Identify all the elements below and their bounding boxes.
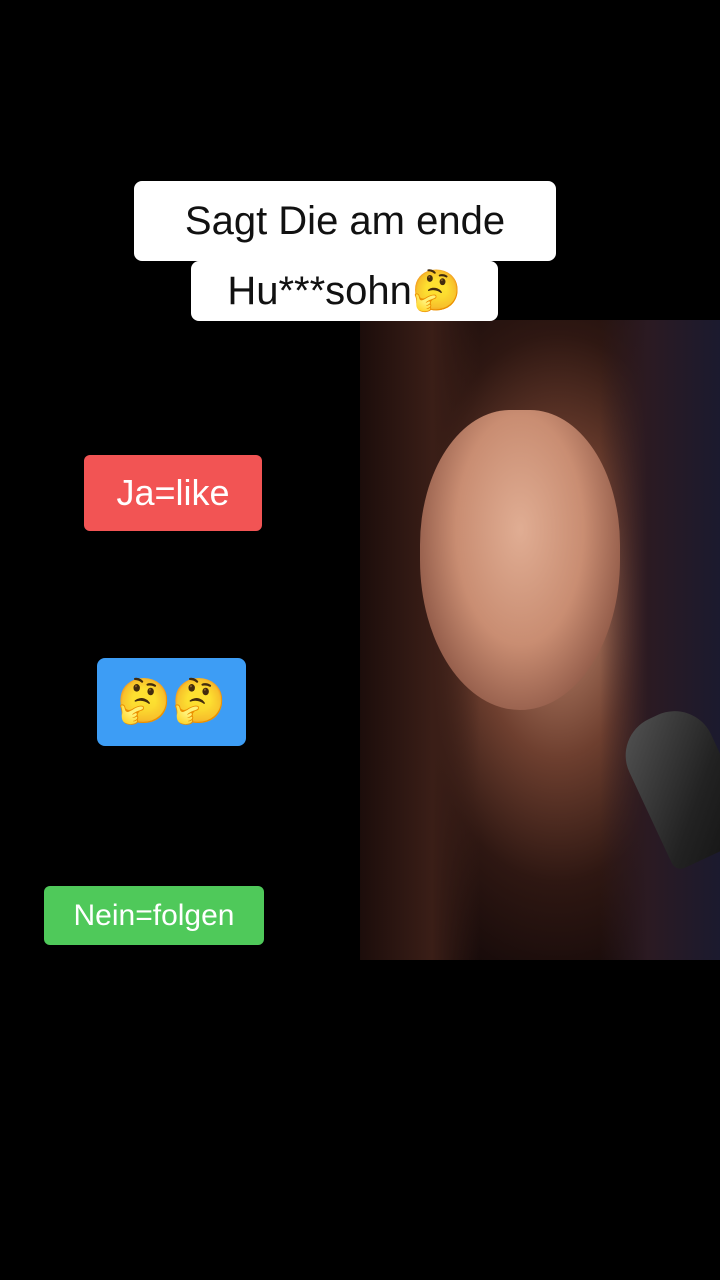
video-frame-left bbox=[0, 320, 360, 960]
thinking-emoji-badge: 🤔🤔 bbox=[97, 658, 246, 746]
no-follow-badge: Nein=folgen bbox=[44, 886, 264, 945]
background-shape bbox=[600, 320, 720, 960]
singer-face bbox=[420, 410, 620, 710]
video-frame-right bbox=[360, 320, 720, 960]
yes-like-badge: Ja=like bbox=[84, 455, 262, 531]
caption-line-2: Hu***sohn🤔 bbox=[191, 261, 498, 321]
caption-line-1: Sagt Die am ende bbox=[134, 181, 556, 261]
